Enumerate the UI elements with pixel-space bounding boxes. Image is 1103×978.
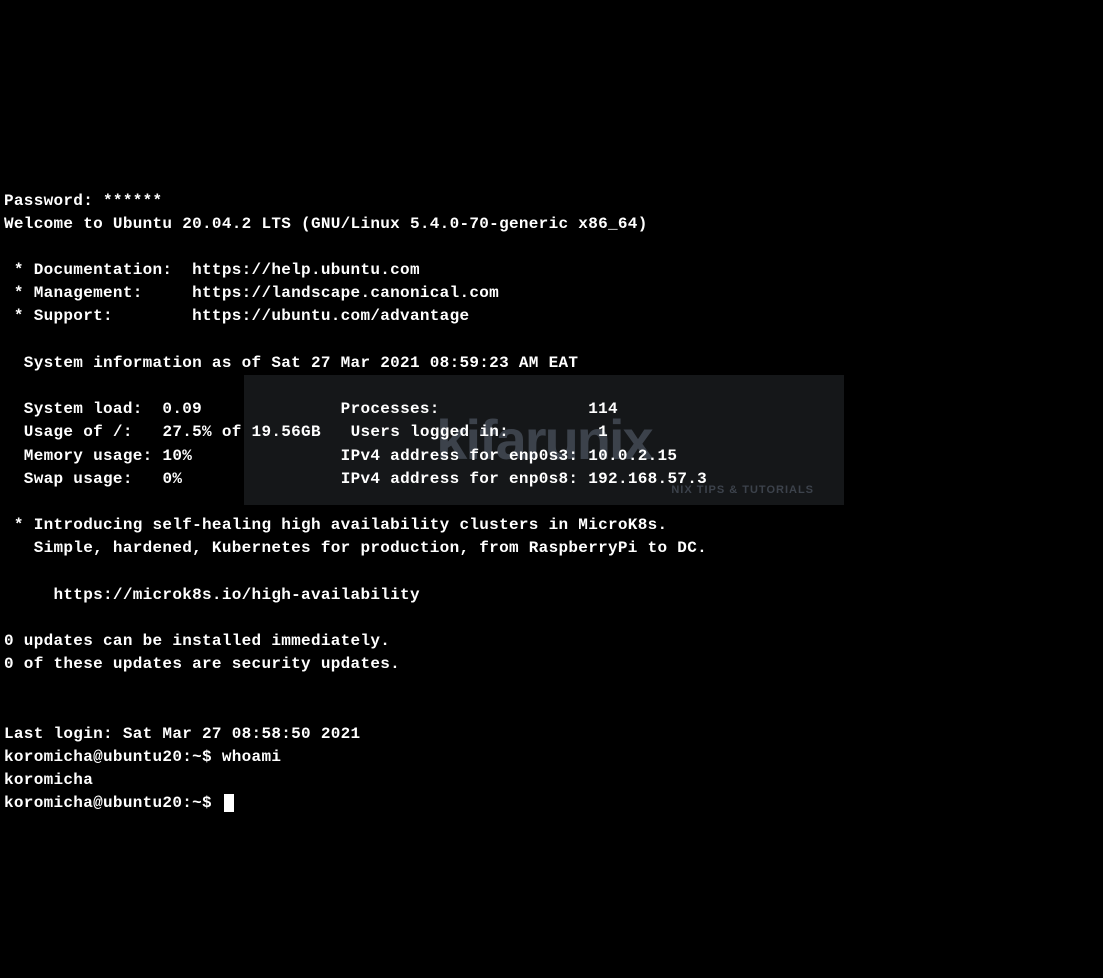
diskusage-value: 27.5% of 19.56GB [133,423,321,441]
users-label: Users logged in: [351,423,509,441]
microk8s-link-line: https://microk8s.io/high-availability [4,586,420,604]
password-line: Password: ****** [4,192,162,210]
ipv4-enp0s8-label: IPv4 address for enp0s8: [341,470,579,488]
blank-line [4,702,14,720]
ipv4-enp0s8-value: 192.168.57.3 [588,470,707,488]
processes-label: Processes: [341,400,440,418]
shell-prompt: koromicha@ubuntu20:~$ [4,794,222,812]
microk8s-line-1: * Introducing self-healing high availabi… [4,516,667,534]
sysinfo-row-3: Memory usage: 10% IPv4 address for enp0s… [4,447,677,465]
sysinfo-row-1: System load: 0.09 Processes: 114 [4,400,618,418]
ipv4-enp0s3-label: IPv4 address for enp0s3: [341,447,579,465]
whoami-output-line: koromicha [4,771,93,789]
terminal-content: Password: ****** Welcome to Ubuntu 20.04… [4,166,1099,838]
terminal-window[interactable]: kifarunix NIX TIPS & TUTORIALS Password:… [4,97,1099,862]
blank-line [4,238,14,256]
blank-line [4,563,14,581]
blank-line [4,609,14,627]
ipv4-enp0s3-value: 10.0.2.15 [588,447,677,465]
microk8s-line-2: Simple, hardened, Kubernetes for product… [4,539,707,557]
cursor-icon [224,794,234,812]
doc-link-line: * Documentation: https://help.ubuntu.com [4,261,420,279]
shell-prompt: koromicha@ubuntu20:~$ [4,748,222,766]
diskusage-label: Usage of /: [4,423,133,441]
command-whoami: whoami [222,748,281,766]
blank-line [4,331,14,349]
last-login-line: Last login: Sat Mar 27 08:58:50 2021 [4,725,360,743]
processes-value: 114 [588,400,618,418]
sysload-label: System load: [4,400,143,418]
blank-line [4,678,14,696]
sysinfo-row-2: Usage of /: 27.5% of 19.56GB Users logge… [4,423,608,441]
memusage-value: 10% [153,447,193,465]
updates-line-2: 0 of these updates are security updates. [4,655,400,673]
blank-line [4,377,14,395]
swapusage-value: 0% [133,470,183,488]
updates-line-1: 0 updates can be installed immediately. [4,632,390,650]
sysload-value: 0.09 [143,400,202,418]
welcome-line: Welcome to Ubuntu 20.04.2 LTS (GNU/Linux… [4,215,648,233]
prompt-line-2[interactable]: koromicha@ubuntu20:~$ [4,794,234,812]
sysinfo-header-line: System information as of Sat 27 Mar 2021… [4,354,578,372]
support-link-line: * Support: https://ubuntu.com/advantage [4,307,469,325]
mgmt-link-line: * Management: https://landscape.canonica… [4,284,499,302]
swapusage-label: Swap usage: [4,470,133,488]
sysinfo-row-4: Swap usage: 0% IPv4 address for enp0s8: … [4,470,707,488]
memusage-label: Memory usage: [4,447,153,465]
prompt-line-1: koromicha@ubuntu20:~$ whoami [4,748,281,766]
blank-line [4,493,14,511]
users-value: 1 [598,423,608,441]
